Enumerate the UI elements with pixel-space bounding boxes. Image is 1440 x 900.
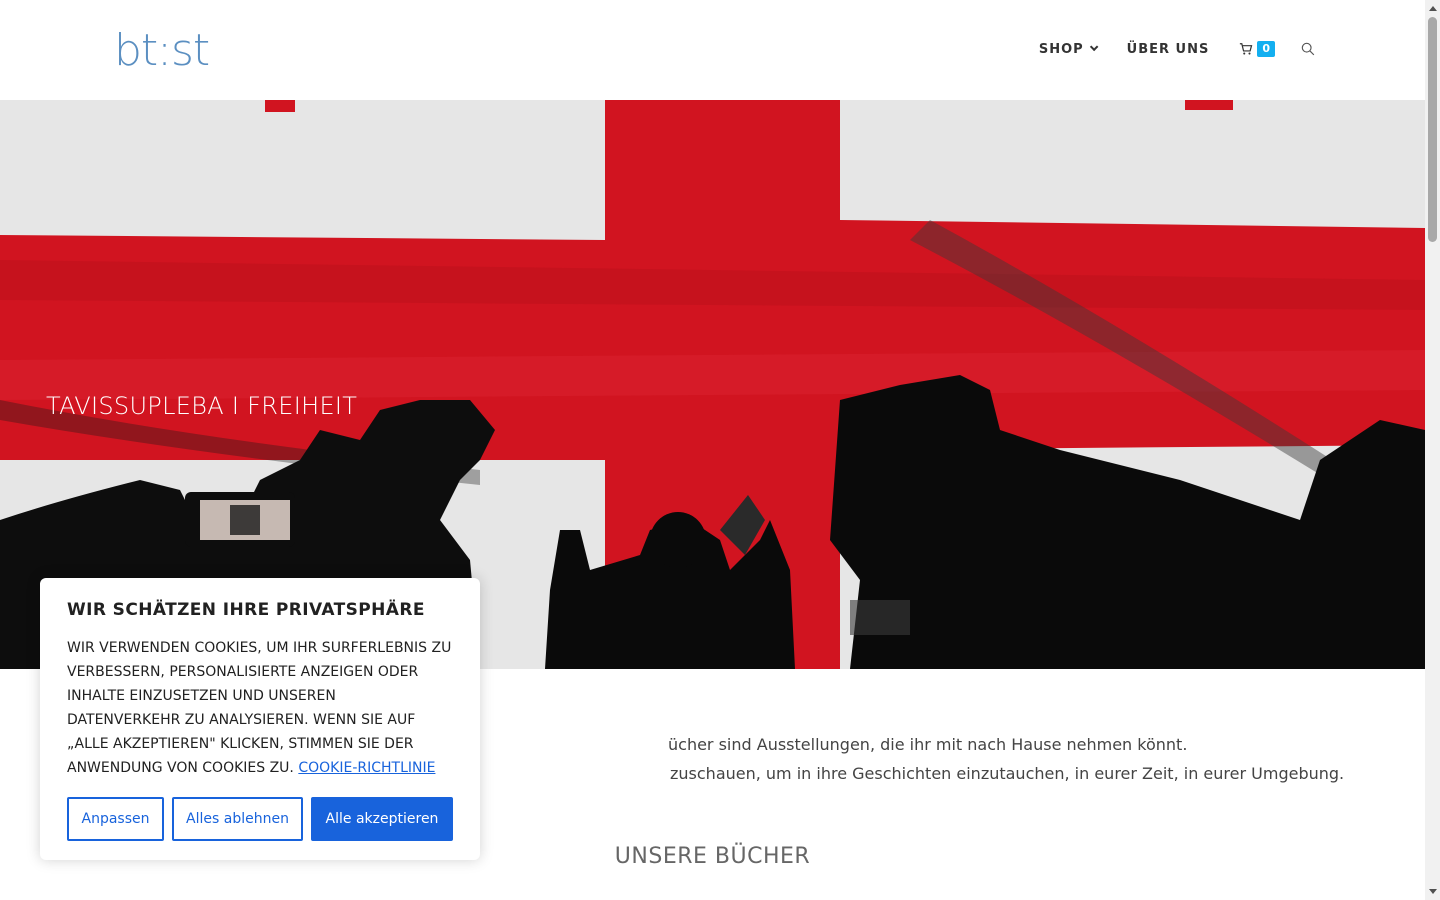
cookie-title: WIR SCHÄTZEN IHRE PRIVATSPHÄRE [67,600,425,620]
cookie-button-row: Anpassen Alles ablehnen Alle akzeptieren [67,797,453,841]
cart-button[interactable]: 0 [1239,41,1275,57]
search-button[interactable] [1301,42,1315,56]
intro-line-1: ücher sind Ausstellungen, die ihr mit na… [668,735,1188,754]
scroll-thumb[interactable] [1428,17,1437,242]
site-logo[interactable]: bt:st [114,26,210,76]
site-header: bt:st SHOP ÜBER UNS 0 [0,0,1425,100]
nav-about-label: ÜBER UNS [1126,41,1210,57]
nav-about[interactable]: ÜBER UNS [1127,42,1210,57]
scroll-up-arrow-icon[interactable] [1429,6,1437,11]
cookie-consent-banner: WIR SCHÄTZEN IHRE PRIVATSPHÄRE WIR VERWE… [40,578,480,860]
cart-icon [1240,43,1253,55]
main-nav: SHOP ÜBER UNS 0 [1007,34,1315,64]
nav-shop-label: SHOP [1038,41,1084,57]
cookie-policy-link[interactable]: COOKIE-RICHTLINIE [298,760,435,776]
search-icon [1301,42,1315,56]
nav-shop[interactable]: SHOP [1038,41,1099,57]
reject-all-button[interactable]: Alles ablehnen [172,797,303,841]
intro-line-2: zuschauen, um in ihre Geschichten einzut… [670,764,1345,783]
page-scrollbar[interactable] [1425,0,1440,900]
scroll-down-arrow-icon[interactable] [1429,889,1437,894]
customize-button[interactable]: Anpassen [67,797,164,841]
cart-count-badge: 0 [1257,41,1275,57]
cookie-text: WIR VERWENDEN COOKIES, UM IHR SURFERLEBN… [67,636,453,780]
accept-all-button[interactable]: Alle akzeptieren [311,797,453,841]
cookie-description: WIR VERWENDEN COOKIES, UM IHR SURFERLEBN… [67,640,452,776]
hero-title: TAVISSUPLEBA I FREIHEIT [46,392,358,420]
chevron-down-icon [1089,42,1099,52]
